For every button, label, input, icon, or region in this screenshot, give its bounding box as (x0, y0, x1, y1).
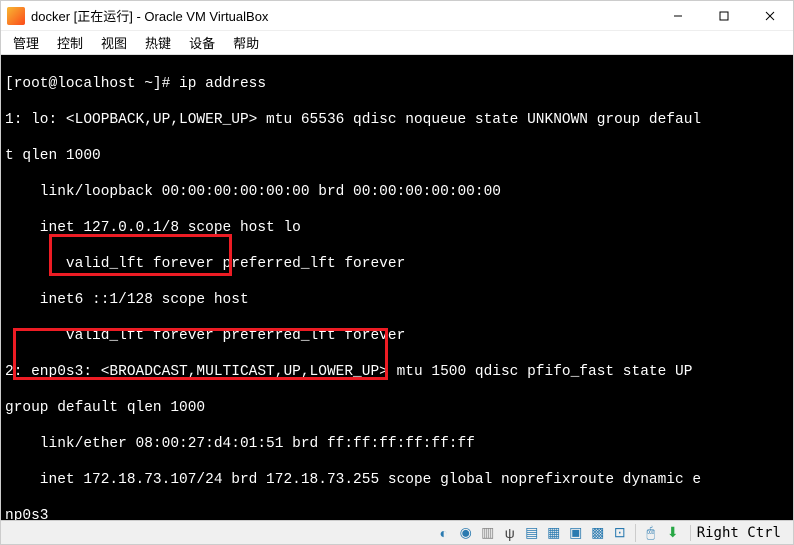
menu-devices[interactable]: 设备 (181, 31, 223, 54)
menu-control[interactable]: 控制 (49, 31, 91, 54)
menu-manage[interactable]: 管理 (5, 31, 47, 54)
host-key-label[interactable]: Right Ctrl (690, 525, 787, 541)
window-titlebar: docker [正在运行] - Oracle VM VirtualBox (1, 1, 793, 31)
term-line: [root@localhost ~]# ip address (5, 75, 789, 93)
menu-view[interactable]: 视图 (93, 31, 135, 54)
vm-statusbar: ◐ ◉ ▥ ψ ▤ ▦ ▣ ▩ ⊡ 🖱 ⬇ Right Ctrl (1, 520, 793, 544)
optical-icon[interactable]: ◉ (457, 524, 475, 542)
minimize-button[interactable] (655, 1, 701, 31)
hdd-icon[interactable]: ◐ (435, 524, 453, 542)
keyboard-capture-icon[interactable]: ⬇ (664, 524, 682, 542)
window-title: docker [正在运行] - Oracle VM VirtualBox (31, 6, 655, 25)
term-line: np0s3 (5, 507, 789, 520)
term-line: link/loopback 00:00:00:00:00:00 brd 00:0… (5, 183, 789, 201)
close-button[interactable] (747, 1, 793, 31)
menu-help[interactable]: 帮助 (225, 31, 267, 54)
mouse-integration-icon[interactable]: 🖱 (642, 524, 660, 542)
network-icon[interactable]: ▦ (545, 524, 563, 542)
app-icon (7, 7, 25, 25)
term-line: inet 172.18.73.107/24 brd 172.18.73.255 … (5, 471, 789, 489)
vrde-icon[interactable]: ⊡ (611, 524, 629, 542)
term-line: t qlen 1000 (5, 147, 789, 165)
audio-icon[interactable]: ▤ (523, 524, 541, 542)
shared-folder-icon[interactable]: ▩ (589, 524, 607, 542)
term-line: group default qlen 1000 (5, 399, 789, 417)
maximize-button[interactable] (701, 1, 747, 31)
usb-icon[interactable]: ψ (501, 524, 519, 542)
annotation-box-release (13, 328, 388, 380)
annotation-box-ip (49, 234, 232, 276)
disk-icon[interactable]: ▥ (479, 524, 497, 542)
term-line: 1: lo: <LOOPBACK,UP,LOWER_UP> mtu 65536 … (5, 111, 789, 129)
menubar: 管理 控制 视图 热键 设备 帮助 (1, 31, 793, 55)
term-line: link/ether 08:00:27:d4:01:51 brd ff:ff:f… (5, 435, 789, 453)
guest-terminal[interactable]: [root@localhost ~]# ip address 1: lo: <L… (1, 55, 793, 520)
term-line: inet6 ::1/128 scope host (5, 291, 789, 309)
display-icon[interactable]: ▣ (567, 524, 585, 542)
menu-hotkeys[interactable]: 热键 (137, 31, 179, 54)
window-controls (655, 1, 793, 31)
statusbar-separator (635, 524, 636, 542)
